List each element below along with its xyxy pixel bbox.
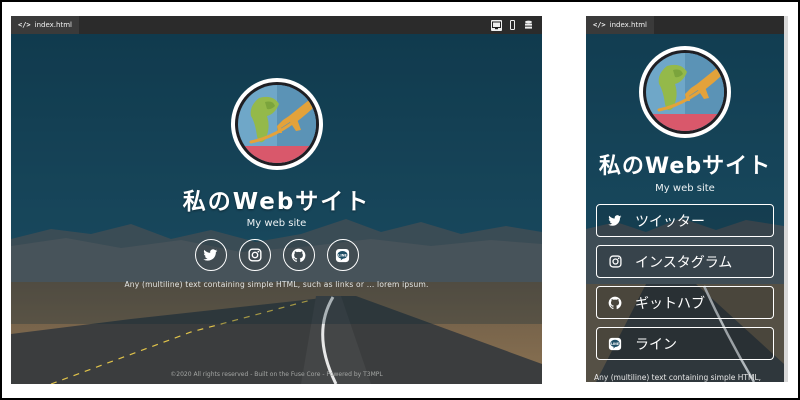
line-icon: LINE <box>335 248 350 262</box>
device-toggle <box>491 19 542 31</box>
site-subtitle: My web site <box>246 218 307 229</box>
mobile-view-icon[interactable] <box>507 20 518 31</box>
site-title: 私のWebサイト <box>182 189 371 215</box>
github-button-label: ギットハブ <box>635 295 705 312</box>
instagram-icon <box>608 255 622 268</box>
site-subtitle: My web site <box>655 183 715 194</box>
file-tab-label: index.html <box>609 21 647 29</box>
site-description: Any (multiline) text containing simple H… <box>124 280 429 289</box>
site-title: 私のWebサイト <box>598 154 772 179</box>
file-tab[interactable]: </> index.html <box>11 16 79 34</box>
file-tab[interactable]: </> index.html <box>586 16 654 34</box>
twitter-button-label: ツイッター <box>635 213 705 230</box>
code-icon: </> <box>18 21 31 29</box>
instagram-link[interactable] <box>238 239 271 271</box>
svg-text:LINE: LINE <box>338 253 347 257</box>
desktop-view-icon[interactable] <box>491 19 502 31</box>
site-description: Any (multiline) text containing simple H… <box>594 373 762 382</box>
stack-icon[interactable] <box>523 20 534 31</box>
line-button-label: ライン <box>635 336 677 353</box>
twitter-icon <box>608 214 622 226</box>
instagram-button-label: インスタグラム <box>635 254 733 271</box>
line-link[interactable]: LINE <box>326 239 359 271</box>
github-icon <box>608 296 622 309</box>
tab-bar: </> index.html <box>11 16 542 34</box>
site-content: 私のWebサイト My web site LINE Any (multiline… <box>11 34 542 384</box>
twitter-link[interactable] <box>194 239 227 271</box>
globe-plane-logo <box>229 76 325 176</box>
mobile-preview: </> index.html 私のWebサイト My web site ツイッタ… <box>586 16 788 382</box>
code-icon: </> <box>593 21 606 29</box>
site-footer: ©2020 All rights reserved - Built on the… <box>170 371 383 378</box>
github-icon <box>291 248 306 262</box>
github-button[interactable]: ギットハブ <box>596 286 774 319</box>
instagram-icon <box>247 248 262 262</box>
desktop-preview: </> index.html 私のWebサイト My web site LINE… <box>11 16 542 384</box>
instagram-button[interactable]: インスタグラム <box>596 245 774 278</box>
site-content: 私のWebサイト My web site ツイッター インスタグラム ギットハブ… <box>586 34 784 382</box>
line-icon: LINE <box>608 337 622 350</box>
globe-plane-logo <box>637 44 733 144</box>
social-links: LINE <box>194 239 359 271</box>
line-button[interactable]: LINE ライン <box>596 327 774 360</box>
social-buttons: ツイッター インスタグラム ギットハブ LINE ライン <box>596 204 774 360</box>
github-link[interactable] <box>282 239 315 271</box>
svg-text:LINE: LINE <box>611 341 619 345</box>
twitter-icon <box>203 248 218 261</box>
file-tab-label: index.html <box>34 21 72 29</box>
twitter-button[interactable]: ツイッター <box>596 204 774 237</box>
tab-bar: </> index.html <box>586 16 784 34</box>
